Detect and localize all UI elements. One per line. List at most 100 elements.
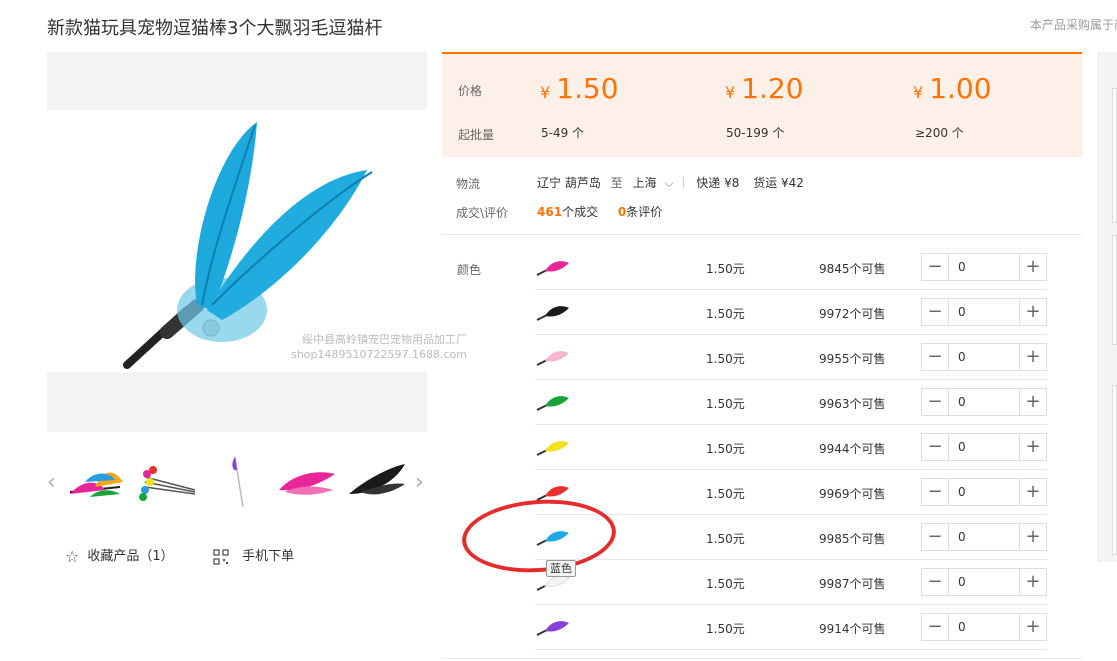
decrement-button[interactable]: − (922, 389, 949, 415)
logistics-label: 物流 (456, 177, 481, 191)
increment-button[interactable]: + (1019, 254, 1046, 280)
min-qty-tier-2: 50-199 个 (726, 126, 785, 140)
star-icon: ☆ (65, 547, 80, 566)
sku-stock: 9985个可售 (819, 532, 886, 546)
quantity-input[interactable] (950, 479, 1020, 505)
sku-stock: 9914个可售 (819, 622, 886, 636)
sku-stock: 9963个可售 (819, 397, 886, 411)
sku-price: 1.50元 (706, 577, 745, 591)
deals-label: 成交\评价 (456, 206, 509, 220)
increment-button[interactable]: + (1019, 614, 1046, 640)
quantity-stepper: −+ (921, 388, 1047, 416)
sku-stock: 9955个可售 (819, 352, 886, 366)
quantity-input[interactable] (950, 434, 1020, 460)
decrement-button[interactable]: − (922, 344, 949, 370)
increment-button[interactable]: + (1019, 344, 1046, 370)
sku-row: 1.50元9972个可售−+ (535, 290, 1047, 335)
sku-price: 1.50元 (706, 442, 745, 456)
decrement-button[interactable]: − (922, 569, 949, 595)
quantity-stepper: −+ (921, 523, 1047, 551)
sku-row: 1.50元9969个可售−+ (535, 470, 1047, 515)
thumbnail-strip: ‹ › (47, 452, 437, 512)
quantity-stepper: −+ (921, 298, 1047, 326)
quantity-input[interactable] (950, 569, 1020, 595)
favorite-label: 收藏产品（1） (87, 549, 174, 564)
quantity-input[interactable] (950, 344, 1020, 370)
color-label: 颜色 (457, 263, 482, 277)
sku-price: 1.50元 (706, 352, 745, 366)
thumbnail[interactable] (205, 452, 267, 512)
to-word: 至 (610, 176, 623, 190)
quantity-stepper: −+ (921, 478, 1047, 506)
sku-stock: 9944个可售 (819, 442, 886, 456)
price-panel: 价格 起批量 ¥1.50 ¥1.20 ¥1.00 5-49 个 50-199 个… (442, 52, 1082, 157)
mobile-order-label: 手机下单 (242, 549, 295, 564)
sku-stock: 9845个可售 (819, 262, 886, 276)
sku-thumbnail[interactable] (535, 298, 571, 326)
sku-row: 1.50元 9845个可售 − + (535, 245, 1047, 290)
quantity-stepper: −+ (921, 343, 1047, 371)
price-label: 价格 (458, 84, 483, 98)
quantity-input[interactable] (950, 614, 1020, 640)
quantity-input[interactable] (950, 389, 1020, 415)
main-product-image[interactable]: 绥中县高岭镇宠巴宠物用品加工厂 shop1489510722597.1688.c… (47, 52, 467, 432)
min-qty-tier-1: 5-49 个 (541, 126, 585, 140)
thumbnail[interactable] (345, 452, 407, 512)
price-tier-3: ¥1.00 (913, 72, 992, 105)
decrement-button[interactable]: − (922, 434, 949, 460)
mobile-order-button[interactable]: 手机下单 (213, 545, 294, 566)
sku-row: 1.50元9914个可售−+ (535, 605, 1047, 650)
increment-button[interactable]: + (1019, 389, 1046, 415)
watermark: 绥中县高岭镇宠巴宠物用品加工厂 shop1489510722597.1688.c… (291, 333, 467, 361)
thumb-next-arrow-icon[interactable]: › (415, 470, 424, 495)
increment-button[interactable]: + (1019, 479, 1046, 505)
right-panel (1112, 88, 1117, 223)
thumbnail[interactable] (65, 452, 127, 512)
sku-row: 1.50元9955个可售−+ (535, 335, 1047, 380)
decrement-button[interactable]: − (922, 479, 949, 505)
quantity-stepper: −+ (921, 613, 1047, 641)
decrement-button[interactable]: − (922, 524, 949, 550)
freight-fee: 货运 ¥42 (753, 176, 804, 190)
quantity-input[interactable] (950, 254, 1020, 280)
sku-thumbnail[interactable] (535, 253, 571, 281)
min-order-label: 起批量 (458, 128, 495, 142)
right-panel (1112, 235, 1117, 345)
thumb-prev-arrow-icon[interactable]: ‹ (47, 470, 56, 495)
sku-price: 1.50元 (706, 307, 745, 321)
quantity-input[interactable] (950, 299, 1020, 325)
favorite-button[interactable]: ☆ 收藏产品（1） (65, 545, 174, 566)
thumbnail[interactable] (275, 452, 337, 512)
increment-button[interactable]: + (1019, 299, 1046, 325)
sku-thumbnail[interactable] (535, 388, 571, 416)
price-tier-2: ¥1.20 (725, 72, 804, 105)
sku-row: 1.50元 9944个可售 − + (535, 425, 1047, 470)
sku-price: 1.50元 (706, 487, 745, 501)
sku-price: 1.50元 (706, 532, 745, 546)
express-fee: 快递 ¥8 (696, 176, 740, 190)
deals-info: 461个成交 0条评价 (537, 205, 663, 219)
right-panel (1112, 385, 1117, 555)
sku-stock: 9969个可售 (819, 487, 886, 501)
sku-price: 1.50元 (706, 397, 745, 411)
decrement-button[interactable]: − (922, 254, 949, 280)
increment-button[interactable]: + (1019, 434, 1046, 460)
divider (442, 658, 1082, 659)
sku-thumbnail[interactable] (535, 433, 571, 461)
ship-to-select[interactable]: 上海 ⌵ (633, 176, 674, 190)
increment-button[interactable]: + (1019, 524, 1046, 550)
quantity-input[interactable] (950, 524, 1020, 550)
increment-button[interactable]: + (1019, 569, 1046, 595)
sku-stock: 9972个可售 (819, 307, 886, 321)
top-note: 本产品采购属于商 (1030, 18, 1117, 32)
deals-count[interactable]: 461 (537, 205, 562, 219)
product-title: 新款猫玩具宠物逗猫棒3个大飘羽毛逗猫杆 (47, 18, 383, 39)
reviews-count[interactable]: 0 (618, 205, 626, 219)
thumbnail[interactable] (135, 452, 197, 512)
sku-thumbnail[interactable] (535, 343, 571, 371)
decrement-button[interactable]: − (922, 299, 949, 325)
logistics-panel: 物流 辽宁 葫芦岛 至 上海 ⌵ 快递 ¥8 货运 ¥42 成交\评价 461个成… (442, 160, 1082, 235)
sku-price: 1.50元 (706, 262, 745, 276)
sku-thumbnail[interactable] (535, 613, 571, 641)
decrement-button[interactable]: − (922, 614, 949, 640)
